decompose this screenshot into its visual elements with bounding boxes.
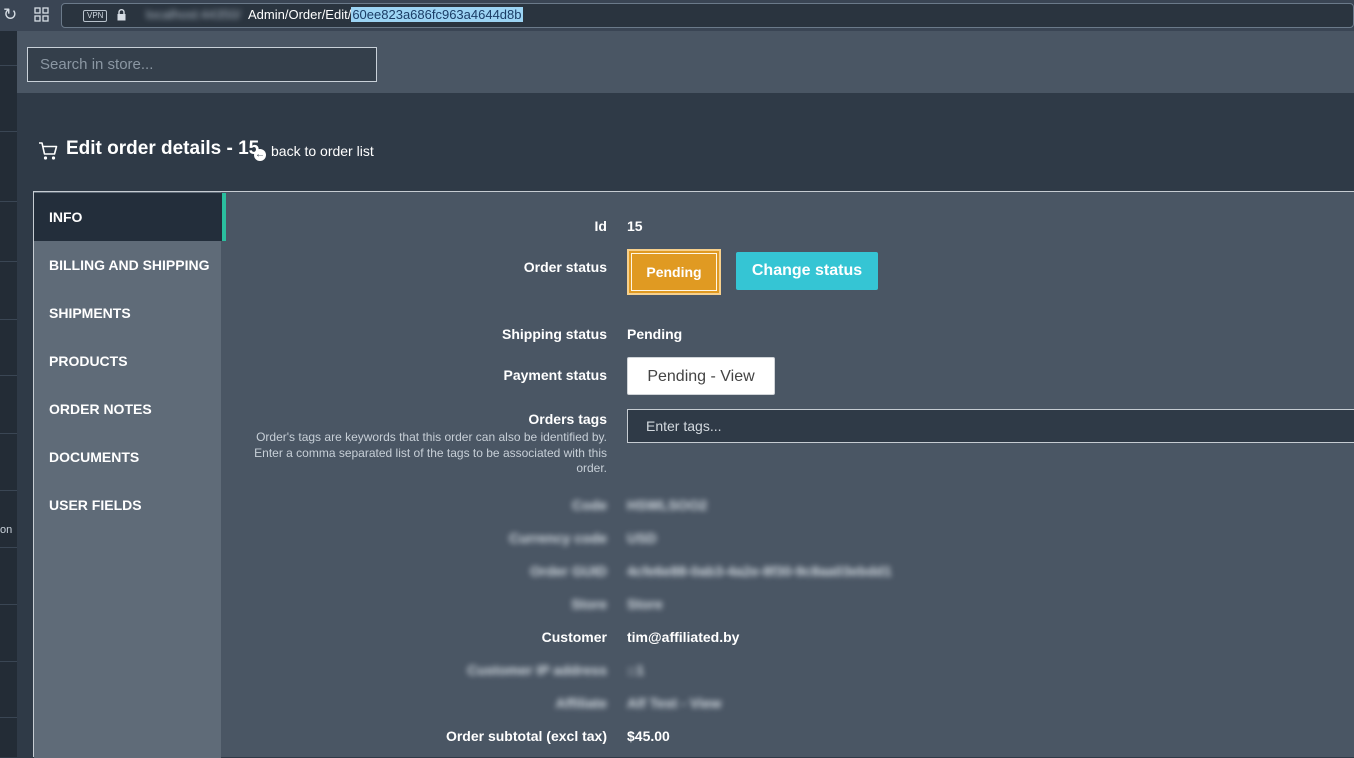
- tabs-grid-icon[interactable]: [34, 7, 49, 22]
- vpn-badge[interactable]: VPN: [83, 10, 108, 22]
- customer-ip-label: Customer IP address: [467, 662, 607, 678]
- sidebar-divider: [0, 604, 17, 605]
- sidebar-divider: [0, 547, 17, 548]
- address-bar[interactable]: VPN localhost:44350/ Admin/Order/Edit/60…: [61, 3, 1354, 28]
- tab-documents[interactable]: DOCUMENTS: [34, 433, 221, 481]
- customer-ip-value: ::1: [627, 662, 645, 678]
- tab-products[interactable]: PRODUCTS: [34, 337, 221, 385]
- sidebar-divider: [0, 201, 17, 202]
- affiliate-label: Affiliate: [555, 695, 607, 711]
- tab-shipments[interactable]: SHIPMENTS: [34, 289, 221, 337]
- tab-info[interactable]: INFO: [34, 193, 226, 241]
- order-edit-panel: INFO BILLING AND SHIPPING SHIPMENTS PROD…: [33, 191, 1354, 758]
- tab-billing-and-shipping[interactable]: BILLING AND SHIPPING: [34, 241, 221, 289]
- lock-icon[interactable]: [117, 9, 126, 21]
- shopping-cart-icon: [39, 142, 58, 160]
- back-link-label: back to order list: [271, 143, 374, 159]
- change-status-button[interactable]: Change status: [736, 252, 878, 290]
- code-value: HSWLSOO2: [627, 497, 708, 513]
- sidebar-divider: [0, 490, 17, 491]
- tab-order-notes[interactable]: ORDER NOTES: [34, 385, 221, 433]
- sidebar-divider: [0, 717, 17, 718]
- customer-link[interactable]: tim@affiliated.by: [627, 629, 739, 645]
- order-guid-value: 4cfe6e88-0ab3-4a2e-8f30-9c8aa03ebdd1: [627, 563, 892, 579]
- search-input[interactable]: [27, 47, 377, 82]
- code-label: Code: [572, 497, 607, 513]
- sidebar-divider: [0, 661, 17, 662]
- sidebar-divider: [0, 375, 17, 376]
- shipping-status-value: Pending: [627, 326, 683, 342]
- orders-tags-input[interactable]: [627, 409, 1354, 443]
- reload-icon[interactable]: ↻: [3, 5, 17, 25]
- order-guid-label: Order GUID: [529, 563, 607, 579]
- affiliate-link[interactable]: Alf Test - View: [627, 695, 721, 711]
- currency-code-value: USD: [627, 530, 657, 546]
- order-subtotal-value: $45.00: [627, 728, 670, 744]
- store-header: [17, 31, 1354, 93]
- back-to-order-list-link[interactable]: ← back to order list: [254, 143, 374, 161]
- url-selected-id: 60ee823a686fc963a4644d8b: [351, 7, 523, 22]
- sidebar-divider: [0, 319, 17, 320]
- customer-label: Customer: [541, 629, 607, 645]
- payment-status-view-button[interactable]: Pending - View: [627, 357, 775, 395]
- url-host: localhost:44350/: [146, 7, 241, 22]
- sidebar-divider: [0, 261, 17, 262]
- browser-toolbar: ↻ VPN localhost:44350/ Admin/Order/Edit/…: [0, 0, 1354, 31]
- arrow-left-circle-icon: ←: [254, 149, 266, 161]
- sidebar-divider: [0, 65, 17, 66]
- tab-user-fields[interactable]: USER FIELDS: [34, 481, 221, 529]
- sidebar-partial-label[interactable]: on: [0, 524, 12, 536]
- collapsed-sidebar: on: [0, 31, 17, 757]
- sidebar-divider: [0, 433, 17, 434]
- store-label: Store: [571, 596, 607, 612]
- id-value: 15: [627, 218, 643, 234]
- id-label: Id: [594, 218, 607, 234]
- payment-status-label: Payment status: [503, 367, 607, 383]
- order-status-badge[interactable]: Pending: [627, 249, 721, 295]
- store-value: Store: [627, 596, 663, 612]
- orders-tags-label: Orders tags: [528, 411, 607, 427]
- shipping-status-label: Shipping status: [502, 326, 607, 342]
- tab-list: INFO BILLING AND SHIPPING SHIPMENTS PROD…: [34, 192, 226, 758]
- url-path-text: Admin/Order/Edit/: [248, 7, 352, 22]
- order-subtotal-label: Order subtotal (excl tax): [445, 728, 607, 744]
- currency-code-label: Currency code: [508, 530, 607, 546]
- page-title: Edit order details - 15: [66, 138, 260, 159]
- sidebar-divider: [0, 131, 17, 132]
- orders-tags-help-text: Order's tags are keywords that this orde…: [254, 430, 607, 475]
- order-status-label: Order status: [523, 259, 607, 275]
- url-path: Admin/Order/Edit/60ee823a686fc963a4644d8…: [248, 7, 523, 22]
